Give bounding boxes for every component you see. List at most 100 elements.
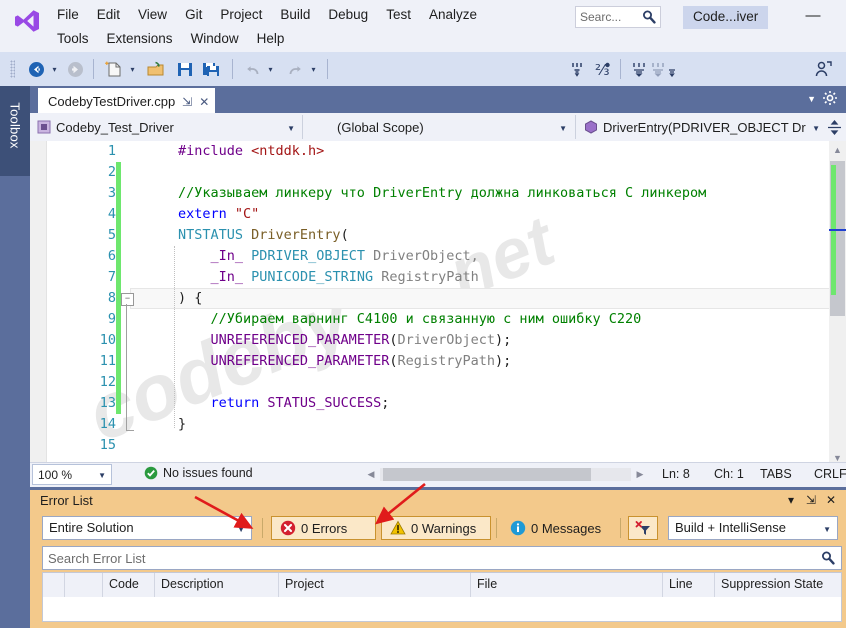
scroll-left-button[interactable]: ◀: [363, 466, 379, 483]
zoom-combo[interactable]: 100 % ▼: [32, 464, 112, 485]
column-header-project[interactable]: Project: [279, 573, 471, 597]
nav-project-combo[interactable]: Codeby_Test_Driver ▼: [32, 115, 300, 139]
code-token: (: [341, 227, 349, 243]
code-line[interactable]: }: [178, 416, 186, 432]
new-project-dropdown[interactable]: ▾: [126, 57, 139, 81]
minimize-button[interactable]: —: [796, 6, 830, 28]
code-line[interactable]: _In_ PDRIVER_OBJECT DriverObject,: [178, 248, 479, 264]
code-line[interactable]: ) {: [178, 290, 202, 306]
clear-filter-button[interactable]: [628, 516, 658, 540]
undo-dropdown[interactable]: ▾: [264, 57, 277, 81]
sidebar-item-toolbox[interactable]: Toolbox: [0, 86, 30, 176]
chevron-down-icon: ▼: [287, 124, 295, 133]
chevron-down-icon[interactable]: ▼: [807, 94, 816, 104]
column-header-line[interactable]: Line: [663, 573, 715, 597]
account-manager-button[interactable]: [810, 57, 836, 81]
toolbar-grip[interactable]: [10, 60, 15, 78]
gear-icon[interactable]: [822, 90, 838, 106]
pin-icon[interactable]: ⇲: [182, 95, 192, 109]
code-editor[interactable]: codeby .net − 1#include <ntddk.h>23//Ука…: [30, 141, 846, 466]
new-project-button[interactable]: [100, 57, 126, 81]
editor-horizontal-scrollbar[interactable]: ◀ ▶: [363, 466, 648, 483]
menu-item-tools[interactable]: Tools: [48, 29, 98, 48]
quick-search-box[interactable]: Searc...: [575, 6, 661, 28]
panel-menu-caret[interactable]: ▾: [788, 493, 794, 507]
scroll-right-button[interactable]: ▶: [632, 466, 648, 483]
code-line[interactable]: //Убираем варнинг C4100 и связанную с ни…: [178, 311, 641, 327]
issues-indicator[interactable]: No issues found: [144, 466, 253, 480]
code-token: DriverObject,: [365, 248, 479, 264]
navigate-forward-button[interactable]: [63, 57, 87, 81]
code-line[interactable]: extern "C": [178, 206, 259, 222]
code-line[interactable]: _In_ PUNICODE_STRING RegistryPath: [178, 269, 479, 285]
tab-codebytestdriver-cpp[interactable]: CodebyTestDriver.cpp ⇲ ✕: [38, 88, 215, 114]
left-dock-strip: Toolbox: [0, 86, 30, 490]
menu-item-debug[interactable]: Debug: [319, 5, 377, 24]
chevron-down-icon: ▼: [98, 471, 106, 480]
navigate-backward-button[interactable]: [24, 57, 48, 81]
menu-item-window[interactable]: Window: [182, 29, 248, 48]
quick-search-placeholder: Searc...: [580, 10, 621, 24]
menu-item-view[interactable]: View: [129, 5, 176, 24]
error-list-search-input[interactable]: Search Error List: [42, 546, 842, 570]
chevron-down-icon: ▼: [559, 124, 567, 133]
errors-toggle[interactable]: 0 Errors: [271, 516, 376, 540]
column-header-severity[interactable]: [65, 573, 103, 597]
code-line[interactable]: //Указываем линкеру что DriverEntry долж…: [178, 185, 706, 201]
tab-label: CodebyTestDriver.cpp: [48, 94, 175, 109]
open-file-button[interactable]: [142, 57, 168, 81]
menu-item-git[interactable]: Git: [176, 5, 211, 24]
scope-combo[interactable]: Entire Solution ▼: [42, 516, 252, 540]
column-header-file[interactable]: File: [471, 573, 663, 597]
split-window-button[interactable]: [824, 116, 844, 138]
menu-item-project[interactable]: Project: [211, 5, 271, 24]
process-icon: ⅔: [594, 60, 613, 79]
undo-button[interactable]: [240, 57, 264, 81]
navigate-backward-dropdown[interactable]: ▾: [48, 57, 61, 81]
save-button[interactable]: [172, 57, 198, 81]
warnings-toggle[interactable]: 0 Warnings: [381, 516, 491, 540]
menu-item-extensions[interactable]: Extensions: [98, 29, 182, 48]
menu-item-analyze[interactable]: Analyze: [420, 5, 486, 24]
column-header-description[interactable]: Description: [155, 573, 279, 597]
nav-member-value: DriverEntry(PDRIVER_OBJECT Dr: [603, 120, 806, 135]
menu-item-build[interactable]: Build: [271, 5, 319, 24]
panel-close-icon[interactable]: ✕: [826, 493, 836, 507]
menu-item-test[interactable]: Test: [377, 5, 420, 24]
line-number: 3: [70, 185, 116, 201]
document-well: CodebyTestDriver.cpp ⇲ ✕ ▼ Codeby_Test_D…: [30, 86, 846, 490]
attach-to-process-button[interactable]: ⅔: [590, 57, 616, 81]
messages-toggle[interactable]: 0 Messages: [502, 516, 614, 540]
save-all-button[interactable]: [198, 57, 224, 81]
build-filter-combo[interactable]: Build + IntelliSense ▼: [668, 516, 838, 540]
nav-scope-combo[interactable]: (Global Scope) ▼: [306, 115, 572, 139]
line-number: 4: [70, 206, 116, 222]
column-header-suppression-state[interactable]: Suppression State: [715, 573, 841, 597]
panel-pin-icon[interactable]: ⇲: [806, 493, 816, 507]
code-token: ) {: [178, 290, 202, 306]
code-token: STATUS_SUCCESS: [267, 395, 381, 411]
start-debug-options-button[interactable]: [568, 57, 590, 81]
redo-dropdown[interactable]: ▾: [307, 57, 320, 81]
error-icon: [280, 520, 296, 536]
hscroll-thumb[interactable]: [383, 468, 591, 481]
redo-button[interactable]: [283, 57, 307, 81]
code-line[interactable]: UNREFERENCED_PARAMETER(DriverObject);: [178, 332, 511, 348]
code-token: );: [495, 332, 511, 348]
code-line[interactable]: #include <ntddk.h>: [178, 143, 324, 159]
indent-options-button[interactable]: [628, 57, 678, 81]
scroll-up-button[interactable]: ▲: [829, 141, 846, 158]
code-line[interactable]: NTSTATUS DriverEntry(: [178, 227, 349, 243]
code-line[interactable]: return STATUS_SUCCESS;: [178, 395, 389, 411]
nav-member-combo[interactable]: DriverEntry(PDRIVER_OBJECT Dr ▼: [579, 115, 825, 139]
menu-item-edit[interactable]: Edit: [88, 5, 129, 24]
column-header-code[interactable]: Code: [103, 573, 155, 597]
editor-vertical-scrollbar[interactable]: ▲ ▼: [829, 141, 846, 466]
column-header-select[interactable]: [43, 573, 65, 597]
menu-item-file[interactable]: File: [48, 5, 88, 24]
line-number: 1: [70, 143, 116, 159]
menu-item-help[interactable]: Help: [248, 29, 294, 48]
close-icon[interactable]: ✕: [199, 95, 209, 109]
code-line[interactable]: UNREFERENCED_PARAMETER(RegistryPath);: [178, 353, 511, 369]
code-token: UNREFERENCED_PARAMETER: [211, 353, 390, 369]
